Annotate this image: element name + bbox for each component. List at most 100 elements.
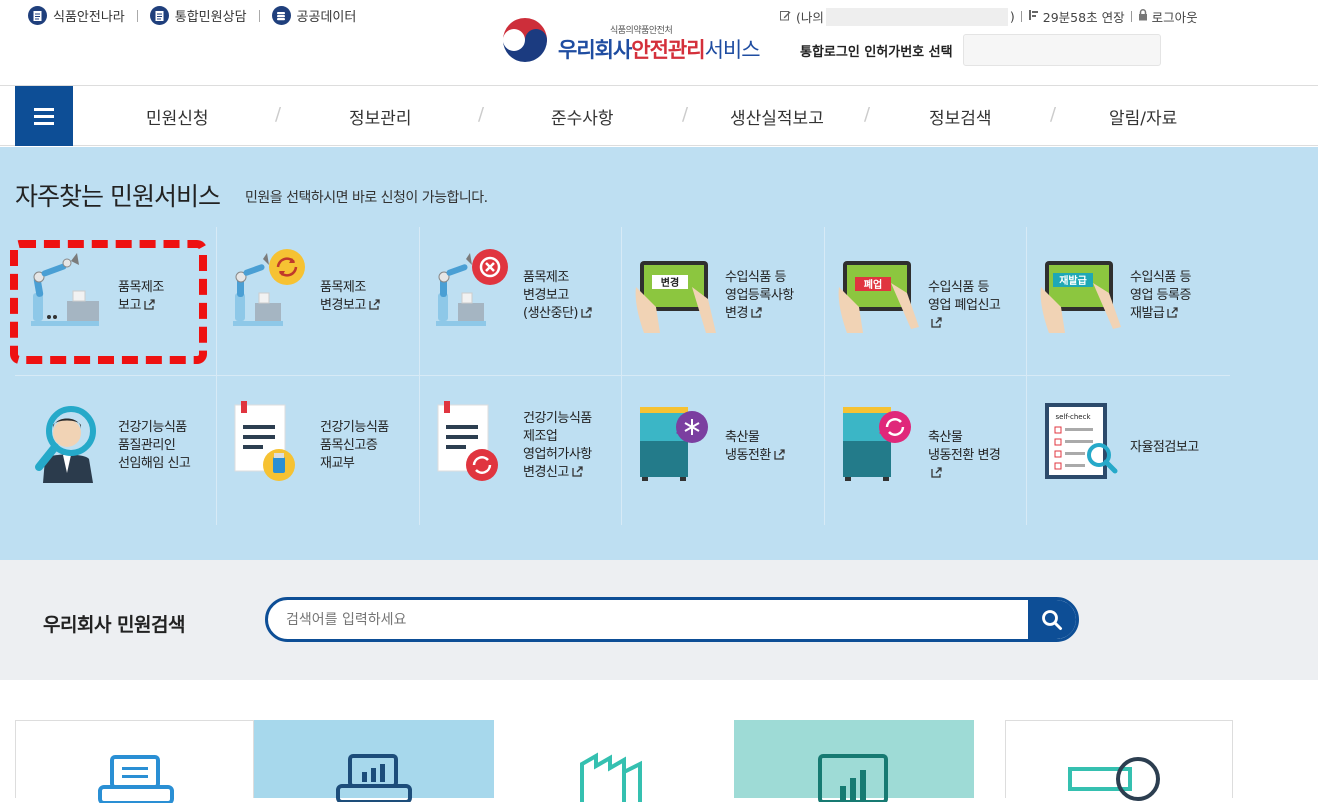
login-select-label: 통합로그인 인허가번호 선택: [800, 44, 953, 60]
robot-arm-stop-icon: [436, 249, 508, 326]
quick-item-text: 수입식품 등 영업 등록증 재발급: [1130, 270, 1191, 321]
public-data-link[interactable]: 공공데이터: [271, 6, 357, 25]
quick-item-label: 축산물 냉동전환: [725, 429, 785, 465]
tablet-close-icon: 폐업: [838, 261, 919, 333]
quick-item-label: 건강기능식품 제조업 영업허가사항 변경신고: [523, 410, 592, 482]
quick-item-text: 축산물 냉동전환 변경: [928, 430, 1001, 463]
robot-arm-refresh-icon: [233, 249, 305, 326]
public-data-link-label: 공공데이터: [296, 10, 357, 25]
quick-item-product-certificate-reissue[interactable]: 건강기능식품 품목신고증 재교부: [217, 377, 419, 525]
person-magnifier-icon: [35, 406, 96, 483]
hamburger-icon: [34, 114, 54, 118]
pencil-icon: [780, 9, 791, 24]
taegeuk-logo-icon: [501, 18, 549, 68]
quick-item-text: 품목제조 변경보고 (생산중단): [523, 270, 578, 321]
database-icon: [271, 6, 291, 25]
nav-separator: /: [864, 104, 871, 125]
quick-item-text: 건강기능식품 품질관리인 선임해임 신고: [118, 420, 191, 471]
nav-notice-materials[interactable]: 알림/자료: [1109, 104, 1177, 129]
nav-separator: /: [478, 104, 485, 125]
chart-printer-icon: [336, 754, 412, 802]
quick-services-section: 자주찾는 민원서비스 민원을 선택하시면 바로 신청이 가능합니다. 품목제조 …: [0, 147, 1318, 560]
quick-item-livestock-freeze[interactable]: 축산물 냉동전환: [622, 377, 824, 525]
external-link-icon: [931, 317, 942, 328]
factory-icon: [580, 752, 642, 802]
search-button[interactable]: [1028, 600, 1076, 639]
consult-link[interactable]: 통합민원상담: [149, 6, 247, 25]
quick-item-quality-manager[interactable]: 건강기능식품 품질관리인 선임해임 신고: [15, 377, 217, 525]
search-icon: [1042, 609, 1062, 630]
quick-services-grid: 품목제조 보고 품목제조 변경보고 품목제조 변경보고 (생산중단) 변경 수입…: [10, 227, 1230, 525]
quick-item-import-closure[interactable]: 폐업 수입식품 등 영업 폐업신고: [825, 227, 1027, 375]
quick-services-subtitle: 민원을 선택하시면 바로 신청이 가능합니다.: [245, 190, 488, 206]
quick-item-label: 축산물 냉동전환 변경: [928, 429, 1001, 483]
quick-item-product-manufacture-report[interactable]: 품목제조 보고: [10, 227, 217, 375]
menu-button[interactable]: [15, 86, 73, 146]
tile-printer[interactable]: [15, 720, 254, 803]
nav-info-search[interactable]: 정보검색: [929, 104, 992, 129]
quick-item-text: 품목제조 보고: [118, 280, 164, 313]
tile-production-chart[interactable]: [734, 720, 974, 802]
quick-item-text: 품목제조 변경보고: [320, 280, 366, 313]
search-input[interactable]: [286, 600, 1016, 639]
freezer-snowflake-icon: [640, 407, 708, 481]
quick-item-label: 품목제조 변경보고 (생산중단): [523, 269, 592, 323]
document-bottle-icon: [234, 401, 295, 481]
nav-info-management[interactable]: 정보관리: [349, 104, 412, 129]
tile-factory[interactable]: [494, 720, 734, 802]
login-select-row: 통합로그인 인허가번호 선택: [800, 34, 1161, 66]
nav-separator: /: [1050, 104, 1057, 125]
my-info-suffix: ): [1009, 9, 1015, 24]
logo-text: 식품의약품안전처 우리회사안전관리서비스: [558, 23, 761, 64]
external-link-icon: [751, 307, 762, 318]
tablet-badge-text: 재발급: [1059, 274, 1087, 287]
nav-compliance[interactable]: 준수사항: [551, 104, 614, 129]
tablet-badge-text: 폐업: [864, 278, 882, 291]
license-select[interactable]: [962, 34, 1161, 66]
utility-links: 식품안전나라 통합민원상담 공공데이터: [28, 6, 356, 25]
external-link-icon: [1167, 307, 1179, 318]
tile-statistics-print[interactable]: [254, 720, 494, 802]
document-icon: [149, 6, 169, 25]
food-safety-link[interactable]: 식품안전나라: [28, 6, 125, 25]
external-link-icon: [774, 449, 785, 460]
nav-production-report[interactable]: 생산실적보고: [730, 104, 824, 129]
session-extend-button[interactable]: 29분58초 연장: [1043, 7, 1125, 26]
quick-item-manufacture-license-change[interactable]: 건강기능식품 제조업 영업허가사항 변경신고: [420, 377, 622, 525]
nav-complaint-apply[interactable]: 민원신청: [146, 104, 209, 129]
site-logo[interactable]: 식품의약품안전처 우리회사안전관리서비스: [498, 16, 761, 70]
quick-item-product-change-report[interactable]: 품목제조 변경보고: [217, 227, 419, 375]
quick-item-product-change-stop[interactable]: 품목제조 변경보고 (생산중단): [420, 227, 622, 375]
quick-item-label: 수입식품 등 영업 등록증 재발급: [1130, 269, 1191, 323]
search-box: [265, 597, 1079, 642]
timer-icon: [1028, 9, 1040, 24]
freezer-refresh-icon: [843, 407, 911, 481]
quick-item-livestock-freeze-change[interactable]: 축산물 냉동전환 변경: [825, 377, 1027, 525]
tablet-reissue-icon: 재발급: [1040, 261, 1121, 333]
food-safety-link-label: 식품안전나라: [53, 10, 125, 25]
external-link-icon: [144, 299, 155, 310]
tile-search[interactable]: [1005, 720, 1233, 801]
quick-item-import-registration-change[interactable]: 변경 수입식품 등 영업등록사항 변경: [622, 227, 824, 375]
divider: [1020, 11, 1022, 22]
quick-item-import-reissue[interactable]: 재발급 수입식품 등 영업 등록증 재발급: [1027, 227, 1229, 375]
logout-button[interactable]: 로그아웃: [1152, 7, 1198, 26]
quick-item-text: 축산물 냉동전환: [725, 430, 771, 463]
external-link-icon: [581, 307, 592, 318]
quick-item-text: 자율점검보고: [1130, 440, 1199, 455]
quick-item-label: 수입식품 등 영업등록사항 변경: [725, 269, 794, 323]
quick-item-self-check-report[interactable]: self-check 자율점검보고: [1027, 377, 1229, 525]
my-info-label[interactable]: (나의: [796, 7, 824, 26]
redacted-user-info: [825, 7, 1008, 26]
quick-item-label: 건강기능식품 품질관리인 선임해임 신고: [118, 419, 191, 473]
session-info: (나의 ) 29분58초 연장 로그아웃: [780, 7, 1198, 26]
bar-chart-icon: [818, 754, 888, 802]
card-search-icon: [1068, 757, 1160, 801]
external-link-icon: [369, 299, 380, 310]
hamburger-icon: [34, 107, 54, 111]
self-check-badge-text: self-check: [1056, 413, 1092, 421]
tablet-badge-text: 변경: [661, 276, 679, 289]
divider: [136, 9, 138, 22]
complaint-search-section: 우리회사 민원검색: [0, 560, 1318, 680]
document-icon: [28, 6, 47, 25]
